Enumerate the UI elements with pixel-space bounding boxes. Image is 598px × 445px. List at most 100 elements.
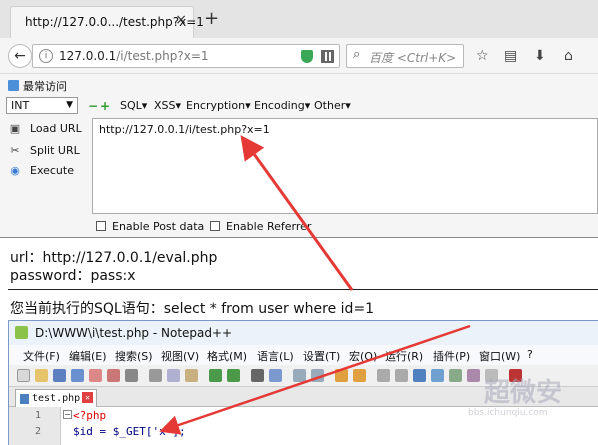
back-icon[interactable]: ←	[8, 44, 32, 68]
new-file-icon[interactable]	[17, 369, 30, 382]
hackbar-panel: ▣ Load URL ✂ Split URL ◉ Execute http://127…	[0, 116, 598, 238]
action-label: Split URL	[30, 144, 80, 157]
navigation-bar: ← i 127.0.0.1/i/test.php?x=1 ⌕ 百度 <Ctrl+…	[0, 38, 598, 74]
split-url-icon: ✂	[10, 144, 20, 157]
save-all-icon[interactable]	[71, 369, 84, 382]
all-chars-icon[interactable]	[395, 369, 408, 382]
menu-edit[interactable]: 编辑(E)	[69, 348, 107, 364]
bookmark-icon	[8, 80, 19, 91]
search-placeholder: 百度 <Ctrl+K>	[369, 51, 457, 65]
zoom-in-icon[interactable]	[293, 369, 306, 382]
checkbox-box	[96, 221, 106, 231]
action-label: Execute	[30, 164, 74, 177]
star-icon[interactable]: ☆	[476, 49, 489, 63]
notepad-titlebar: D:\WWW\i\test.php - Notepad++	[9, 321, 598, 345]
checkbox-label: Enable Post data	[112, 220, 205, 233]
address-bar[interactable]: i 127.0.0.1/i/test.php?x=1	[32, 44, 340, 68]
minus-icon[interactable]: −	[88, 100, 98, 112]
code-line: <?php	[73, 409, 107, 422]
save-icon[interactable]	[53, 369, 66, 382]
fold-icon[interactable]: −	[63, 410, 72, 419]
menu-search[interactable]: 搜索(S)	[115, 348, 153, 364]
browser-tab[interactable]: http://127.0.0.../test.php?x=1 ×	[10, 6, 204, 38]
qr-icon[interactable]	[321, 50, 334, 63]
code-line: $id = $_GET['x'];	[73, 425, 186, 438]
menu-other[interactable]: Other▾	[314, 99, 351, 112]
shield-icon[interactable]	[301, 50, 313, 63]
download-icon[interactable]: ⬇	[534, 49, 546, 63]
find-icon[interactable]	[251, 369, 264, 382]
url-host: 127.0.0.1	[59, 49, 117, 63]
bookmark-label: 最常访问	[23, 80, 67, 93]
plus-icon[interactable]: +	[100, 100, 110, 112]
url-textarea[interactable]: http://127.0.0.1/i/test.php?x=1	[92, 118, 598, 214]
menu-view[interactable]: 视图(V)	[161, 348, 199, 364]
line-gutter: 1 2	[9, 407, 61, 445]
sql-line: 您当前执行的SQL语句：select * from user where id=…	[10, 301, 375, 317]
select-value: INT	[11, 99, 30, 112]
search-input[interactable]: ⌕ 百度 <Ctrl+K>	[346, 44, 464, 68]
enable-post-checkbox[interactable]: Enable Post data	[96, 220, 204, 233]
enable-referrer-checkbox[interactable]: Enable Referrer	[210, 220, 311, 233]
close-all-icon[interactable]	[107, 369, 120, 382]
info-icon[interactable]: i	[39, 49, 53, 63]
copy-icon[interactable]	[167, 369, 180, 382]
menu-language[interactable]: 语言(L)	[257, 348, 294, 364]
print-icon[interactable]	[125, 369, 138, 382]
menu-label: SQL	[120, 99, 142, 112]
execute-button[interactable]: ◉ Execute	[8, 164, 74, 177]
menu-macro[interactable]: 宏(O)	[349, 348, 377, 364]
menu-help[interactable]: ?	[527, 348, 533, 361]
notepad-icon	[15, 326, 28, 339]
reader-icon[interactable]: ▤	[504, 49, 517, 63]
new-tab-icon[interactable]: +	[204, 10, 219, 28]
chevron-down-icon: ▼	[66, 100, 73, 110]
menu-format[interactable]: 格式(M)	[207, 348, 247, 364]
file-icon	[20, 394, 29, 404]
hackbar-toolbar: INT ▼ − + SQL▾ XSS▾ Encryption▾ Encoding▾…	[0, 96, 598, 116]
bookmark-most-visited[interactable]: 最常访问	[8, 78, 67, 94]
close-file-icon[interactable]	[89, 369, 102, 382]
menu-file[interactable]: 文件(F)	[23, 348, 60, 364]
replace-icon[interactable]	[269, 369, 282, 382]
tab-bar: http://127.0.0.../test.php?x=1 × +	[0, 0, 598, 38]
load-url-button[interactable]: ▣ Load URL	[8, 122, 82, 135]
int-select[interactable]: INT ▼	[6, 97, 78, 114]
sync-v-icon[interactable]	[335, 369, 348, 382]
file-tab-label: test.php	[32, 393, 81, 404]
cut-icon[interactable]	[149, 369, 162, 382]
watermark: 超微安 bbs.ichunqiu.com	[440, 368, 590, 428]
line-number: 1	[35, 410, 42, 421]
home-icon[interactable]: ⌂	[564, 49, 573, 63]
split-url-button[interactable]: ✂ Split URL	[8, 144, 80, 157]
menu-label: Encoding	[254, 99, 305, 112]
redo-icon[interactable]	[227, 369, 240, 382]
checkbox-box	[210, 221, 220, 231]
file-tab[interactable]: test.php ✕	[15, 389, 97, 407]
close-icon[interactable]: ×	[175, 12, 187, 28]
menu-encoding[interactable]: Encoding▾	[254, 99, 310, 112]
zoom-out-icon[interactable]	[311, 369, 324, 382]
menu-xss[interactable]: XSS▾	[154, 99, 181, 112]
divider	[8, 289, 598, 290]
paste-icon[interactable]	[185, 369, 198, 382]
menu-window[interactable]: 窗口(W)	[479, 348, 520, 364]
menu-run[interactable]: 运行(R)	[385, 348, 423, 364]
menu-plugins[interactable]: 插件(P)	[433, 348, 470, 364]
menu-sql[interactable]: SQL▾	[120, 99, 147, 112]
sync-h-icon[interactable]	[353, 369, 366, 382]
undo-icon[interactable]	[209, 369, 222, 382]
url-text[interactable]: 127.0.0.1/i/test.php?x=1	[59, 49, 209, 63]
menu-settings[interactable]: 设置(T)	[303, 348, 340, 364]
password-line: password：pass:x	[10, 268, 136, 284]
notepad-title: D:\WWW\i\test.php - Notepad++	[35, 326, 233, 340]
menu-encryption[interactable]: Encryption▾	[186, 99, 251, 112]
watermark-url: bbs.ichunqiu.com	[468, 408, 548, 418]
open-file-icon[interactable]	[35, 369, 48, 382]
bookmarks-toolbar: 最常访问	[0, 74, 598, 96]
watermark-title: 超微安	[484, 378, 563, 408]
wrap-icon[interactable]	[377, 369, 390, 382]
indent-guide-icon[interactable]	[413, 369, 426, 382]
line-number: 2	[35, 426, 42, 437]
close-icon[interactable]: ✕	[82, 392, 93, 403]
